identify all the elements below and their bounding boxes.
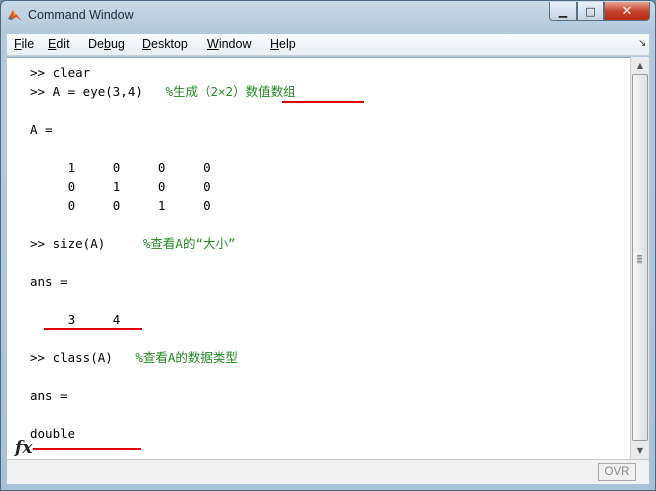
console-line: 0 1 0 0: [30, 177, 211, 196]
code-text: >> size(A): [30, 236, 143, 251]
code-text: >> A = eye(3,4): [30, 84, 166, 99]
code-text: 0 1 0 0: [30, 179, 211, 194]
comment-text: %查看A的“大小”: [142, 236, 236, 251]
window-title: Command Window: [28, 8, 134, 22]
scroll-up-icon[interactable]: ▲: [631, 57, 649, 74]
menu-window[interactable]: Window: [207, 37, 251, 51]
code-text: >> clear: [30, 65, 91, 80]
console-line: ans =: [30, 272, 68, 291]
maximize-icon: □: [585, 4, 596, 18]
close-button[interactable]: ✕: [604, 2, 650, 21]
code-text: 3 4: [30, 312, 121, 327]
fx-icon[interactable]: fx: [15, 438, 32, 458]
undock-icon[interactable]: ↘: [638, 38, 646, 49]
matlab-logo-icon: [8, 10, 22, 21]
grip-icon: ═ ═ ═: [637, 252, 642, 267]
vertical-scrollbar[interactable]: ▲ ═ ═ ═ ▼: [630, 57, 649, 459]
code-text: ans =: [30, 274, 68, 289]
maximize-button[interactable]: □: [577, 2, 604, 21]
console-line: >> size(A) %查看A的“大小”: [30, 234, 236, 253]
menu-help[interactable]: Help: [270, 37, 296, 51]
console-line: 1 0 0 0: [30, 158, 211, 177]
console-line: >> A = eye(3,4) %生成（2×2）数值数组: [30, 82, 296, 101]
minimize-icon: ▁: [558, 4, 568, 18]
menu-desktop[interactable]: Desktop: [142, 37, 188, 51]
code-text: 0 0 1 0: [30, 198, 211, 213]
console-line: double: [30, 424, 75, 443]
console-line: A =: [30, 120, 53, 139]
menu-bar: File Edit Debug Desktop Window Help ↘: [7, 34, 649, 56]
scroll-down-icon[interactable]: ▼: [631, 442, 649, 459]
code-text: >> class(A): [30, 350, 136, 365]
console-area[interactable]: >> clear >> A = eye(3,4) %生成（2×2）数值数组 A = …: [7, 57, 649, 459]
code-text: 1 0 0 0: [30, 160, 211, 175]
code-text: A =: [30, 122, 53, 137]
comment-text: %查看A的数据类型: [135, 350, 238, 365]
comment-text: %生成（2×2）数值数组: [165, 84, 296, 99]
status-bar: OVR: [7, 459, 649, 484]
title-bar[interactable]: Command Window ▁ □ ✕: [1, 1, 655, 31]
minimize-button[interactable]: ▁: [549, 2, 577, 21]
close-icon: ✕: [621, 3, 633, 19]
code-text: ans =: [30, 388, 68, 403]
menu-edit[interactable]: Edit: [48, 37, 70, 51]
scroll-thumb[interactable]: ═ ═ ═: [632, 74, 648, 441]
ovr-indicator: OVR: [598, 463, 636, 481]
console-line: 0 0 1 0: [30, 196, 211, 215]
console-line: ans =: [30, 386, 68, 405]
command-window: Command Window ▁ □ ✕ File Edit Debug Des…: [0, 0, 656, 491]
menu-file[interactable]: File: [14, 37, 34, 51]
red-underline: [33, 448, 141, 450]
code-text: double: [30, 426, 76, 441]
menu-debug[interactable]: Debug: [88, 37, 125, 51]
console-line: 3 4: [30, 310, 121, 329]
console-line: >> clear: [30, 63, 90, 82]
console-line: >> class(A) %查看A的数据类型: [30, 348, 238, 367]
red-underline: [44, 328, 142, 330]
red-underline: [282, 101, 364, 103]
